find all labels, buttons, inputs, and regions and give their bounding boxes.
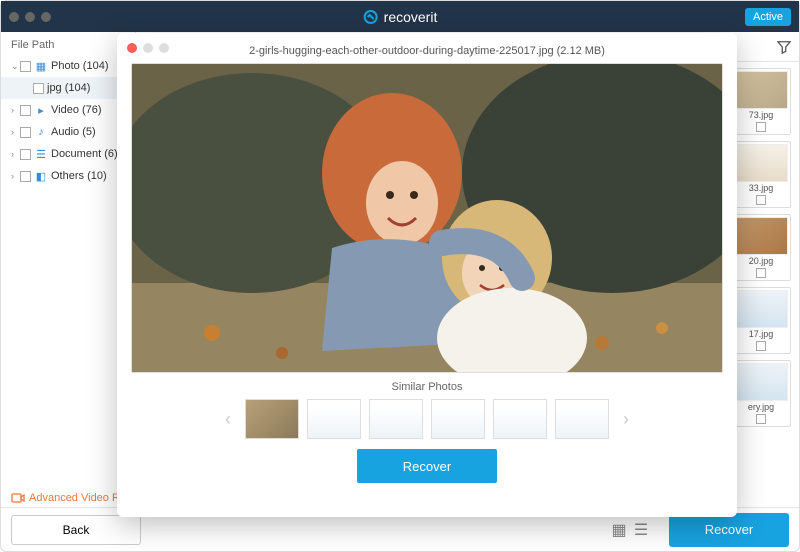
tree-item-photo[interactable]: ⌄▦Photo (104) [1,55,135,77]
thumbnail[interactable]: 73.jpg [731,68,791,135]
video-icon: ▸ [34,103,48,117]
tree-item-jpg[interactable]: jpg (104) [1,77,135,99]
tree-item-audio[interactable]: ›♪Audio (5) [1,121,135,143]
chevron-down-icon: ⌄ [11,61,17,72]
similar-thumbnail[interactable] [555,399,609,439]
tree-item-video[interactable]: ›▸Video (76) [1,99,135,121]
logo-icon [363,9,379,25]
thumbnail[interactable]: 33.jpg [731,141,791,208]
thumbnail[interactable]: 17.jpg [731,287,791,354]
tree-item-others[interactable]: ›◧Others (10) [1,165,135,187]
audio-icon: ♪ [34,125,48,139]
video-icon [11,491,25,505]
similar-thumbnail[interactable] [245,399,299,439]
checkbox[interactable] [756,122,766,132]
chevron-right-icon: › [11,127,17,137]
grid-view-icon[interactable]: ▦ [611,522,627,538]
checkbox[interactable] [20,127,31,138]
next-arrow-icon[interactable]: › [617,409,635,430]
checkbox[interactable] [756,268,766,278]
similar-thumbnail[interactable] [431,399,485,439]
sidebar-heading: File Path [1,35,135,55]
recover-button[interactable]: Recover [669,513,789,547]
checkbox[interactable] [33,83,44,94]
photo-icon: ▦ [34,59,48,73]
tree-item-document[interactable]: ›☰Document (6) [1,143,135,165]
document-icon: ☰ [34,147,48,161]
back-button[interactable]: Back [11,515,141,545]
chevron-right-icon: › [11,171,17,181]
similar-thumbnail[interactable] [307,399,361,439]
list-view-icon[interactable]: ☰ [633,522,649,538]
preview-modal: 2-girls-hugging-each-other-outdoor-durin… [117,33,737,517]
active-button[interactable]: Active [745,8,791,26]
checkbox[interactable] [756,341,766,351]
similar-thumbnail[interactable] [493,399,547,439]
others-icon: ◧ [34,169,48,183]
modal-recover-button[interactable]: Recover [357,449,497,483]
checkbox[interactable] [20,171,31,182]
app-header: recoverit Active [1,1,799,32]
chevron-right-icon: › [11,105,17,115]
filter-icon[interactable] [777,40,791,54]
checkbox[interactable] [756,414,766,424]
preview-filename: 2-girls-hugging-each-other-outdoor-durin… [131,41,723,63]
close-icon[interactable] [127,43,137,53]
thumbnail[interactable]: 20.jpg [731,214,791,281]
modal-traffic-lights[interactable] [127,43,169,53]
app-title: recoverit [363,9,438,25]
chevron-right-icon: › [11,149,17,159]
thumbnail[interactable]: ery.jpg [731,360,791,427]
similar-photos-row: ‹ › [131,399,723,439]
similar-thumbnail[interactable] [369,399,423,439]
prev-arrow-icon[interactable]: ‹ [219,409,237,430]
checkbox[interactable] [756,195,766,205]
checkbox[interactable] [20,61,31,72]
similar-photos-label: Similar Photos [131,381,723,393]
checkbox[interactable] [20,149,31,160]
image-preview [131,63,723,373]
window-traffic-lights[interactable] [9,12,51,22]
sidebar: File Path ⌄▦Photo (104) jpg (104) ›▸Vide… [1,32,136,512]
advanced-video-recovery-link[interactable]: Advanced Video Rec [11,491,132,505]
checkbox[interactable] [20,105,31,116]
